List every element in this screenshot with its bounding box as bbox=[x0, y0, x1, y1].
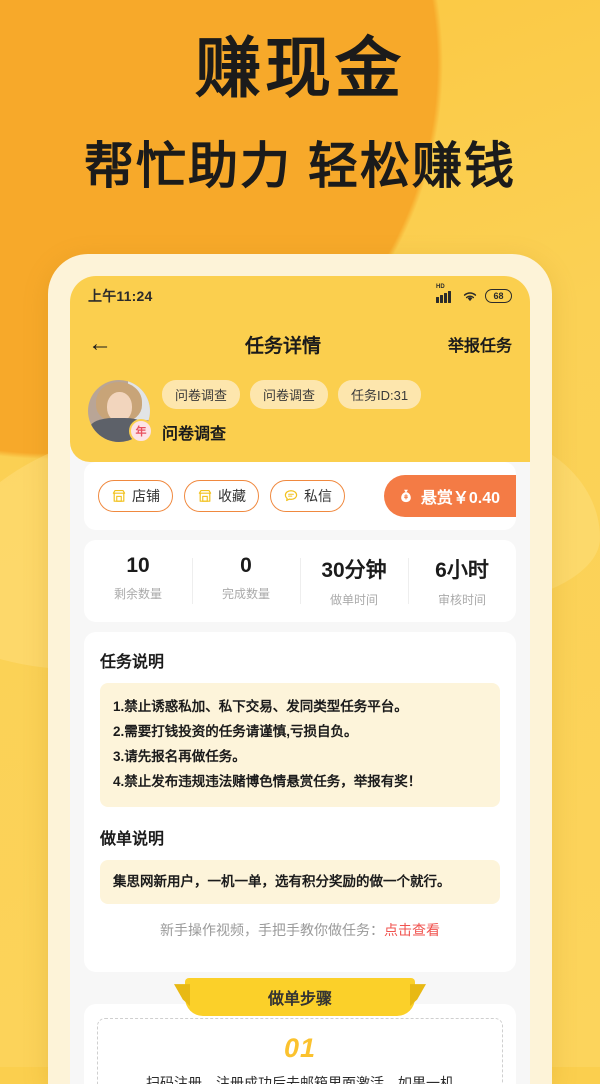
tutorial-prefix: 新手操作视频，手把手教你做任务： bbox=[160, 922, 384, 939]
page-title: 任务详情 bbox=[244, 335, 321, 357]
steps-ribbon-title: 做单步骤 bbox=[185, 978, 415, 1017]
stat-item: 10 剩余数量 bbox=[84, 554, 192, 608]
status-icons: HD 68 bbox=[436, 284, 512, 304]
reward-label: 悬赏￥0.40 bbox=[420, 490, 500, 507]
favorite-button[interactable]: 收藏 bbox=[184, 480, 259, 512]
stat-item: 6小时 审核时间 bbox=[408, 554, 516, 608]
tutorial-link[interactable]: 点击查看 bbox=[384, 922, 440, 938]
avatar-wrap[interactable]: 年 bbox=[88, 380, 153, 443]
tutorial-video-line: 新手操作视频，手把手教你做任务：点击查看 bbox=[100, 920, 500, 940]
tag-row: 问卷调查 问卷调查 任务ID:31 bbox=[162, 380, 512, 409]
message-button[interactable]: 私信 bbox=[270, 480, 345, 512]
favorite-label: 收藏 bbox=[218, 488, 246, 504]
status-time: 上午11:24 bbox=[88, 288, 153, 304]
back-arrow-icon[interactable]: ← bbox=[88, 332, 118, 356]
order-description-box: 集思网新用户，一机一单，选有积分奖励的做一个就行。 bbox=[100, 859, 500, 905]
rule-line: 3.请先报名再做任务。 bbox=[113, 748, 246, 764]
task-name: 问卷调查 bbox=[162, 426, 227, 443]
step-text: 扫码注册，注册成功后去邮箱里面激活，如果一机 bbox=[146, 1075, 454, 1084]
steps-card: 01 扫码注册，注册成功后去邮箱里面激活，如果一机 bbox=[84, 1004, 516, 1084]
task-tag[interactable]: 问卷调查 bbox=[162, 380, 241, 409]
phone-screen: 上午11:24 HD 68 ← 任务详情 举报任务 年 问卷调查 问卷调查 任务… bbox=[70, 276, 530, 1084]
stat-value: 10 bbox=[126, 554, 150, 577]
reward-button[interactable]: 悬赏￥0.40 bbox=[383, 475, 516, 517]
task-id-tag: 任务ID:31 bbox=[338, 380, 422, 409]
wifi-icon bbox=[463, 292, 477, 302]
stat-value: 6小时 bbox=[435, 559, 489, 582]
action-bar: 店铺 收藏 私信 悬赏￥0.40 bbox=[84, 462, 516, 530]
rule-line: 2.需要打钱投资的任务请谨慎,亏损自负。 bbox=[113, 723, 358, 739]
shop-label: 店铺 bbox=[132, 488, 160, 504]
shop-icon bbox=[112, 489, 126, 502]
hero-title: 赚现金 bbox=[195, 31, 405, 105]
task-description-box: 1.禁止诱惑私加、私下交易、发同类型任务平台。 2.需要打钱投资的任务请谨慎,亏… bbox=[100, 683, 500, 807]
stat-label: 做单时间 bbox=[329, 593, 378, 607]
stat-label: 剩余数量 bbox=[113, 587, 162, 601]
money-bag-icon bbox=[401, 489, 411, 503]
rule-line: 4.禁止发布违规违法赌博色情悬赏任务，举报有奖！ bbox=[113, 773, 422, 789]
report-task-button[interactable]: 举报任务 bbox=[448, 332, 512, 356]
task-tag[interactable]: 问卷调查 bbox=[250, 380, 329, 409]
battery-level: 68 bbox=[493, 291, 504, 301]
shop-button[interactable]: 店铺 bbox=[98, 480, 173, 512]
profile-info: 问卷调查 问卷调查 任务ID:31 问卷调查 bbox=[162, 380, 512, 444]
step-item: 01 扫码注册，注册成功后去邮箱里面激活，如果一机 bbox=[97, 1018, 503, 1084]
steps-section: 做单步骤 01 扫码注册，注册成功后去邮箱里面激活，如果一机 bbox=[70, 978, 530, 1084]
hero-banner: 赚现金 帮忙助力 轻松赚钱 bbox=[0, 0, 600, 194]
stat-value: 30分钟 bbox=[321, 559, 387, 582]
order-line: 集思网新用户，一机一单，选有积分奖励的做一个就行。 bbox=[113, 873, 451, 889]
section-title: 做单说明 bbox=[100, 830, 165, 848]
section-title: 任务说明 bbox=[100, 654, 165, 671]
step-number: 01 bbox=[283, 1033, 317, 1064]
message-icon bbox=[284, 490, 298, 502]
battery-icon: 68 bbox=[485, 289, 512, 303]
stat-item: 0 完成数量 bbox=[192, 554, 300, 608]
stat-value: 0 bbox=[240, 554, 252, 577]
task-description-section: 任务说明 1.禁止诱惑私加、私下交易、发同类型任务平台。 2.需要打钱投资的任务… bbox=[84, 632, 516, 973]
favorite-shop-icon bbox=[198, 489, 212, 502]
hero-subtitle: 帮忙助力 轻松赚钱 bbox=[84, 137, 516, 194]
status-bar: 上午11:24 HD 68 bbox=[70, 276, 530, 316]
stat-label: 完成数量 bbox=[221, 587, 270, 601]
year-badge: 年 bbox=[129, 419, 153, 443]
task-stats: 10 剩余数量 0 完成数量 30分钟 做单时间 6小时 审核时间 bbox=[84, 540, 516, 622]
phone-mockup: 上午11:24 HD 68 ← 任务详情 举报任务 年 问卷调查 问卷调查 任务… bbox=[48, 254, 552, 1084]
navbar: ← 任务详情 举报任务 bbox=[70, 316, 530, 372]
hd-label: HD bbox=[436, 283, 445, 290]
signal-bars-icon: HD bbox=[436, 284, 455, 303]
stat-label: 审核时间 bbox=[437, 593, 486, 607]
rule-line: 1.禁止诱惑私加、私下交易、发同类型任务平台。 bbox=[113, 699, 408, 714]
message-label: 私信 bbox=[304, 488, 332, 504]
stat-item: 30分钟 做单时间 bbox=[300, 554, 408, 608]
task-publisher: 年 问卷调查 问卷调查 任务ID:31 问卷调查 bbox=[70, 372, 530, 460]
header-band: ← 任务详情 举报任务 年 问卷调查 问卷调查 任务ID:31 问卷调查 bbox=[70, 316, 530, 462]
